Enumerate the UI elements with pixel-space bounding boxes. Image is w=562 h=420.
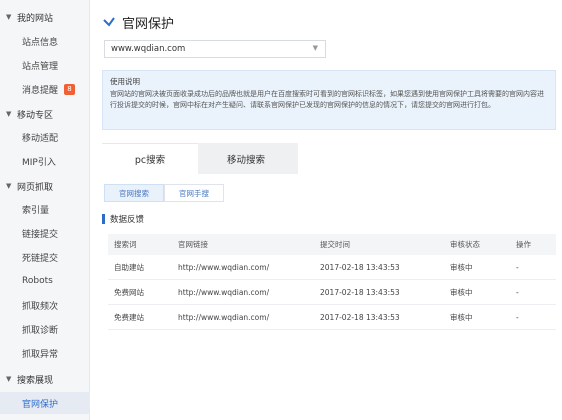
subtab-site-manual[interactable]: 官网手搜 xyxy=(164,184,224,202)
section-title-text: 数据反馈 xyxy=(110,215,145,225)
chevron-down-icon: ▼ xyxy=(312,44,318,52)
section-title: 数据反馈 xyxy=(102,213,144,225)
checkmark-logo-icon xyxy=(102,15,116,29)
time-cell: 2017-02-18 13:43:53 xyxy=(320,287,400,297)
sidebar-group-label: 我的网站 xyxy=(17,13,54,24)
sidebar-item-label: 官网保护 xyxy=(22,399,59,410)
sidebar-group-label: 搜索展现 xyxy=(17,375,54,386)
status-cell: 审核中 xyxy=(450,262,473,272)
sidebar-item-dead-link[interactable]: 死链提交 xyxy=(0,246,90,268)
search-type-tabs: pc搜索 移动搜索 xyxy=(102,143,298,174)
time-cell: 2017-02-18 13:43:53 xyxy=(320,262,400,272)
time-cell: 2017-02-18 13:43:53 xyxy=(320,312,400,322)
sidebar-item-label: 抓取频次 xyxy=(22,301,59,312)
data-table: 搜索词 官网链接 提交时间 审核状态 操作 自助建站 http://www.wq… xyxy=(108,234,556,330)
sidebar-item-label: MIP引入 xyxy=(22,157,56,168)
sidebar-item-label: 抓取异常 xyxy=(22,349,59,360)
status-cell: 审核中 xyxy=(450,312,473,322)
sidebar-group-label: 网页抓取 xyxy=(17,182,54,193)
message-count-badge: 8 xyxy=(64,83,76,95)
sidebar-item-label: 抓取诊断 xyxy=(22,325,59,336)
sidebar-item-link-submit[interactable]: 链接提交 xyxy=(0,222,90,244)
keyword-cell: 免费网站 xyxy=(114,287,144,297)
sidebar-item-label: 移动适配 xyxy=(22,133,59,144)
column-header: 官网链接 xyxy=(178,240,208,249)
chevron-down-icon: ▼ xyxy=(6,182,12,190)
notice-text: 官网站的官网决被页面收录成功后的品牌也就是用户在百度搜索时可看到的官网标识标签，… xyxy=(110,90,544,109)
page-title-text: 官网保护 xyxy=(122,16,175,32)
usage-notice: 使用说明 官网站的官网决被页面收录成功后的品牌也就是用户在百度搜索时可看到的官网… xyxy=(102,70,556,130)
sidebar-item-site-manage[interactable]: 站点管理 xyxy=(0,54,90,76)
action-cell: - xyxy=(516,312,519,322)
sidebar-item-crawl-errors[interactable]: 抓取异常 xyxy=(0,342,90,364)
sidebar-item-crawl-diagnose[interactable]: 抓取诊断 xyxy=(0,318,90,340)
sidebar-item-site-info[interactable]: 站点信息 xyxy=(0,30,90,52)
sidebar-group-search-display[interactable]: ▼ 搜索展现 xyxy=(0,368,90,390)
sidebar-item-label: 死链提交 xyxy=(22,253,59,264)
column-header: 提交时间 xyxy=(320,240,350,249)
column-header: 操作 xyxy=(516,240,531,249)
chevron-down-icon: ▼ xyxy=(6,110,12,118)
sidebar-item-mobile-adapt[interactable]: 移动适配 xyxy=(0,126,90,148)
keyword-cell: 自助建站 xyxy=(114,262,144,272)
sidebar-item-label: 链接提交 xyxy=(22,229,59,240)
sidebar-group-mobile[interactable]: ▼ 移动专区 xyxy=(0,103,90,125)
sidebar-item-label: 消息提醒 xyxy=(22,85,59,96)
sidebar-item-label: 索引量 xyxy=(22,205,50,216)
sidebar-group-my-sites[interactable]: ▼ 我的网站 xyxy=(0,6,90,28)
tab-mobile-search[interactable]: 移动搜索 xyxy=(198,143,294,174)
sidebar-item-label: 站点管理 xyxy=(22,61,59,72)
column-header: 搜索词 xyxy=(114,240,137,249)
sidebar-item-index[interactable]: 索引量 xyxy=(0,198,90,220)
notice-title: 使用说明 xyxy=(110,77,140,86)
sidebar-item-label: Robots xyxy=(22,276,53,286)
table-row: 免费网站 http://www.wqdian.com/ 2017-02-18 1… xyxy=(108,280,556,305)
table-header: 搜索词 官网链接 提交时间 审核状态 操作 xyxy=(108,234,556,255)
url-cell: http://www.wqdian.com/ xyxy=(178,287,270,297)
sidebar-item-crawl-frequency[interactable]: 抓取频次 xyxy=(0,294,90,316)
keyword-cell: 免费建站 xyxy=(114,312,144,322)
action-cell: - xyxy=(516,287,519,297)
chevron-down-icon: ▼ xyxy=(6,13,12,21)
sidebar-item-label: 站点信息 xyxy=(22,37,59,48)
sidebar: ▼ 我的网站 站点信息 站点管理 消息提醒 8 ▼ 移动专区 移动适配 MIP引… xyxy=(0,0,90,420)
url-cell: http://www.wqdian.com/ xyxy=(178,262,270,272)
section-accent-bar xyxy=(102,214,105,224)
status-cell: 审核中 xyxy=(450,287,473,297)
sidebar-item-mip[interactable]: MIP引入 xyxy=(0,150,90,172)
url-cell: http://www.wqdian.com/ xyxy=(178,312,270,322)
table-row: 免费建站 http://www.wqdian.com/ 2017-02-18 1… xyxy=(108,305,556,330)
sidebar-group-label: 移动专区 xyxy=(17,110,54,121)
column-header: 审核状态 xyxy=(450,240,480,249)
action-cell: - xyxy=(516,262,519,272)
table-row: 自助建站 http://www.wqdian.com/ 2017-02-18 1… xyxy=(108,255,556,280)
sidebar-item-site-protection[interactable]: 官网保护 xyxy=(0,392,90,414)
sidebar-item-messages[interactable]: 消息提醒 8 xyxy=(0,78,90,100)
sidebar-item-robots[interactable]: Robots xyxy=(0,270,90,292)
site-select[interactable]: www.wqdian.com ▼ xyxy=(104,40,326,58)
tab-pc-search[interactable]: pc搜索 xyxy=(102,143,198,174)
app: ▼ 我的网站 站点信息 站点管理 消息提醒 8 ▼ 移动专区 移动适配 MIP引… xyxy=(0,0,562,420)
site-select-value: www.wqdian.com xyxy=(111,44,186,54)
chevron-down-icon: ▼ xyxy=(6,375,12,383)
page-title: 官网保护 xyxy=(102,12,174,32)
sub-tabs: 官网搜索 官网手搜 xyxy=(104,184,224,202)
subtab-site-search[interactable]: 官网搜索 xyxy=(104,184,164,202)
sidebar-group-crawl[interactable]: ▼ 网页抓取 xyxy=(0,175,90,197)
